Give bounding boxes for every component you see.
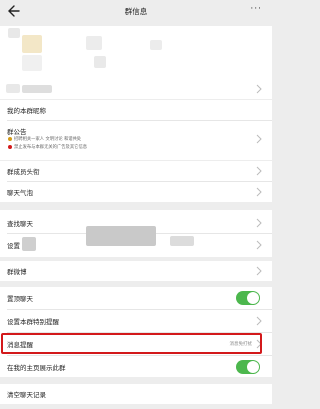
pin-chat-label: 置顶聊天 bbox=[7, 295, 33, 303]
weibo-row[interactable]: 群微博 bbox=[0, 261, 272, 281]
chevron-right-icon[interactable] bbox=[256, 84, 262, 94]
chevron-right-icon[interactable] bbox=[256, 166, 262, 176]
announcement-line-1: 招聘相关一家人 文明讨论 和谐共处 bbox=[8, 136, 81, 142]
member-avatar[interactable] bbox=[86, 36, 102, 50]
find-chat-label: 查找聊天 bbox=[7, 220, 33, 228]
chevron-right-icon[interactable] bbox=[256, 266, 262, 276]
member-avatar[interactable] bbox=[94, 56, 106, 68]
nickname-row[interactable]: 我的本群昵称 bbox=[0, 100, 272, 120]
clear-section: 清空聊天记录 bbox=[0, 384, 272, 404]
highlight-box bbox=[1, 333, 262, 354]
search-section: 查找聊天 设置 bbox=[0, 210, 272, 257]
clear-history-label: 清空聊天记录 bbox=[7, 391, 46, 399]
more-icon[interactable]: ··· bbox=[250, 4, 262, 14]
redacted-content bbox=[86, 226, 156, 246]
warning-icon bbox=[8, 136, 12, 141]
chat-bubble-label: 聊天气泡 bbox=[7, 189, 33, 197]
member-title-row[interactable]: 群成员头衔 bbox=[0, 161, 272, 181]
member-name bbox=[22, 85, 52, 93]
special-remind-label: 设置本群特别提醒 bbox=[7, 318, 59, 326]
member-avatar[interactable] bbox=[22, 55, 42, 71]
chat-bubble-row[interactable]: 聊天气泡 bbox=[0, 182, 272, 202]
announcement-line-2: 禁止发布与本群无关的广告及其它信息 bbox=[8, 144, 87, 150]
member-avatar[interactable] bbox=[8, 28, 20, 38]
page-title: 群信息 bbox=[124, 7, 148, 16]
show-on-home-label: 在我的主页展示此群 bbox=[7, 364, 66, 372]
divider bbox=[7, 309, 272, 310]
member-avatar[interactable] bbox=[150, 40, 162, 50]
forbidden-icon bbox=[8, 144, 12, 149]
show-on-home-toggle[interactable] bbox=[236, 360, 260, 374]
chevron-right-icon[interactable] bbox=[256, 218, 262, 228]
pin-chat-toggle[interactable] bbox=[236, 291, 260, 305]
member-title-label: 群成员头衔 bbox=[7, 168, 40, 176]
appearance-section: 群成员头衔 聊天气泡 bbox=[0, 161, 272, 202]
chevron-right-icon[interactable] bbox=[256, 134, 262, 144]
divider bbox=[7, 355, 272, 356]
top-bar: 群信息 ··· bbox=[0, 0, 272, 24]
announcement-row[interactable]: 群公告 招聘相关一家人 文明讨论 和谐共处 禁止发布与本群无关的广告及其它信息 bbox=[0, 121, 272, 160]
nickname-label: 我的本群昵称 bbox=[7, 107, 46, 115]
clear-history-row[interactable]: 清空聊天记录 bbox=[0, 384, 272, 404]
group-info-section: 我的本群昵称 群公告 招聘相关一家人 文明讨论 和谐共处 禁止发布与本群无关的广… bbox=[0, 100, 272, 160]
pin-chat-row[interactable]: 置顶聊天 bbox=[0, 288, 272, 308]
redacted-content bbox=[22, 237, 36, 251]
weibo-label: 群微博 bbox=[7, 268, 27, 276]
chevron-right-icon[interactable] bbox=[256, 187, 262, 197]
redacted-content bbox=[170, 236, 194, 246]
show-on-home-row[interactable]: 在我的主页展示此群 bbox=[0, 357, 272, 377]
special-remind-row[interactable]: 设置本群特别提醒 bbox=[0, 311, 272, 331]
chevron-right-icon[interactable] bbox=[256, 316, 262, 326]
chat-settings-section: 置顶聊天 设置本群特别提醒 消息提醒 消息免打扰 在我的主页展示此群 bbox=[0, 287, 272, 377]
chevron-right-icon[interactable] bbox=[256, 240, 262, 250]
weibo-section: 群微博 bbox=[0, 261, 272, 281]
settings-label: 设置 bbox=[7, 242, 20, 250]
announcement-label: 群公告 bbox=[7, 128, 27, 136]
member-avatar[interactable] bbox=[22, 35, 42, 53]
member-name bbox=[6, 84, 20, 93]
member-section bbox=[0, 26, 272, 99]
